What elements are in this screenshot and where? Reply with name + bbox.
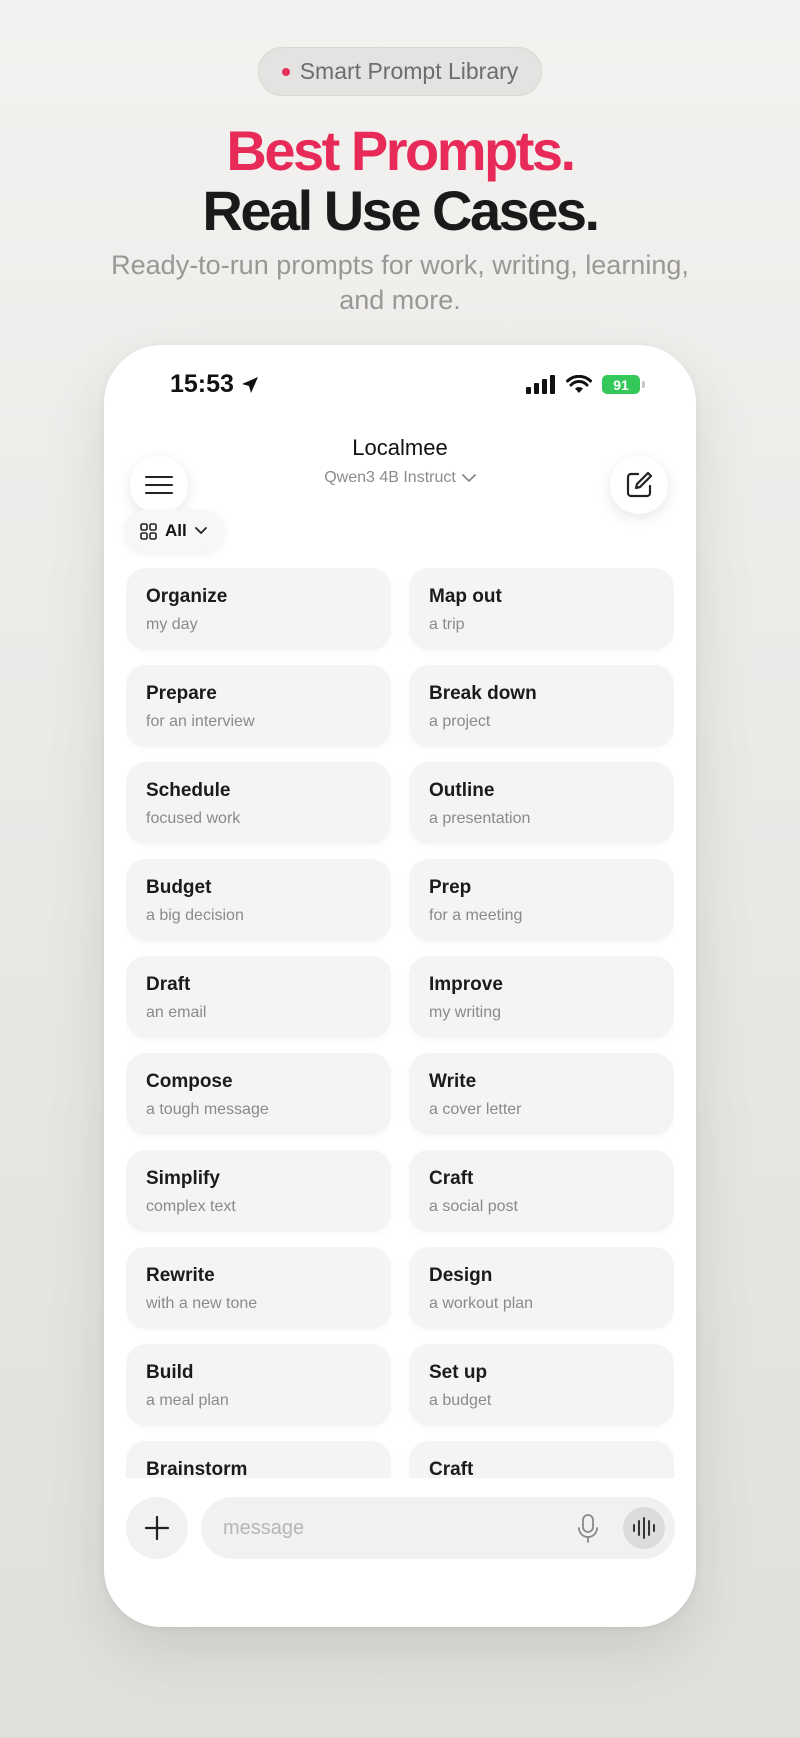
prompt-card[interactable]: Budget a big decision <box>126 859 391 941</box>
prompt-title: Build <box>146 1362 194 1383</box>
pill-dot <box>281 67 290 76</box>
prompt-card[interactable]: Prepare for an interview <box>126 665 391 747</box>
prompt-card[interactable]: Build a meal plan <box>126 1344 391 1426</box>
message-field <box>201 1497 675 1559</box>
prompt-card[interactable]: Craft <box>409 1441 674 1478</box>
model-label: Qwen3 4B Instruct <box>324 469 456 486</box>
prompt-subtitle: an email <box>146 1004 207 1021</box>
category-filter[interactable]: All <box>124 510 225 552</box>
prompt-card[interactable]: Outline a presentation <box>409 762 674 844</box>
plus-icon <box>144 1515 170 1541</box>
headline-primary: Best Prompts. <box>226 119 576 182</box>
prompt-card[interactable]: Craft a social post <box>409 1150 674 1232</box>
prompt-subtitle: a social post <box>429 1198 518 1215</box>
prompt-subtitle: a tough message <box>146 1101 269 1118</box>
message-composer <box>104 1478 696 1627</box>
chevron-down-icon <box>461 473 476 482</box>
prompt-title: Design <box>429 1265 493 1286</box>
prompt-title: Improve <box>429 974 503 995</box>
prompt-subtitle: with a new tone <box>146 1295 258 1312</box>
location-arrow-icon <box>241 376 258 393</box>
phone-screen: 15:53 91 Localmee Qwen3 4B Instruct All … <box>104 345 696 1627</box>
prompt-subtitle: my writing <box>429 1004 502 1021</box>
prompt-subtitle: complex text <box>146 1198 236 1215</box>
prompt-subtitle: a big decision <box>146 907 244 924</box>
promo-subline: Ready-to-run prompts for work, writing, … <box>111 250 689 315</box>
prompt-title: Organize <box>146 586 228 607</box>
prompt-card[interactable]: Improve my writing <box>409 956 674 1038</box>
status-time: 15:53 <box>170 370 260 399</box>
prompt-subtitle: a project <box>429 713 491 730</box>
prompt-card[interactable]: Brainstorm <box>126 1441 391 1478</box>
time-label: 15:53 <box>170 370 234 398</box>
prompt-title: Outline <box>429 780 495 801</box>
prompt-title: Compose <box>146 1071 233 1092</box>
prompt-title: Set up <box>429 1362 488 1383</box>
prompt-card[interactable]: Simplify complex text <box>126 1150 391 1232</box>
filter-label: All <box>165 521 187 540</box>
prompt-title: Break down <box>429 683 537 704</box>
prompt-title: Map out <box>429 586 502 607</box>
prompt-grid: Organize my day Map out a trip Prepare for … <box>126 568 674 1478</box>
attach-button[interactable] <box>126 1497 188 1559</box>
status-bar: 15:53 91 <box>104 345 696 425</box>
prompt-card[interactable]: Schedule focused work <box>126 762 391 844</box>
prompt-card[interactable]: Draft an email <box>126 956 391 1038</box>
prompt-card[interactable]: Map out a trip <box>409 568 674 650</box>
prompt-title: Prep <box>429 877 472 898</box>
prompt-card[interactable]: Write a cover letter <box>409 1053 674 1135</box>
chevron-down-icon <box>194 527 207 534</box>
prompt-subtitle: for an interview <box>146 713 255 730</box>
prompt-card[interactable]: Set up a budget <box>409 1344 674 1426</box>
prompt-subtitle: a presentation <box>429 810 531 827</box>
prompt-title: Brainstorm <box>146 1459 248 1478</box>
prompt-subtitle: my day <box>146 616 198 633</box>
microphone-icon[interactable] <box>577 1514 599 1544</box>
prompt-subtitle: for a meeting <box>429 907 523 924</box>
signal-icon <box>526 375 555 394</box>
library-pill: Smart Prompt Library <box>258 47 542 96</box>
compose-icon <box>626 471 653 498</box>
prompt-subtitle: a meal plan <box>146 1392 229 1409</box>
prompt-subtitle: a workout plan <box>429 1295 534 1312</box>
prompt-card[interactable]: Rewrite with a new tone <box>126 1247 391 1329</box>
battery-icon: 91 <box>602 375 645 394</box>
headline-secondary: Real Use Cases. <box>202 179 600 242</box>
battery-level: 91 <box>613 376 629 393</box>
prompt-subtitle: a trip <box>429 616 465 633</box>
prompt-title: Prepare <box>146 683 217 704</box>
prompt-card[interactable]: Compose a tough message <box>126 1053 391 1135</box>
pill-label: Smart Prompt Library <box>299 58 519 84</box>
prompt-card[interactable]: Break down a project <box>409 665 674 747</box>
app-title: Localmee <box>352 435 448 460</box>
hamburger-icon <box>145 476 173 494</box>
prompt-subtitle: a budget <box>429 1392 492 1409</box>
status-icons: 91 <box>526 375 645 394</box>
new-chat-button[interactable] <box>610 456 668 514</box>
voice-mode-button[interactable] <box>623 1507 665 1549</box>
voice-waveform-icon <box>633 1517 655 1539</box>
message-input[interactable] <box>223 1516 543 1540</box>
prompt-title: Rewrite <box>146 1265 215 1286</box>
prompt-card[interactable]: Prep for a meeting <box>409 859 674 941</box>
prompt-title: Budget <box>146 877 212 898</box>
prompt-subtitle: focused work <box>146 810 241 827</box>
menu-button[interactable] <box>130 456 188 514</box>
wifi-icon <box>566 375 592 393</box>
model-selector[interactable]: Qwen3 4B Instruct <box>254 469 546 487</box>
grid-icon <box>140 522 157 540</box>
prompt-title: Write <box>429 1071 477 1092</box>
prompt-title: Craft <box>429 1459 474 1478</box>
prompt-title: Craft <box>429 1168 474 1189</box>
prompt-subtitle: a cover letter <box>429 1101 522 1118</box>
prompt-title: Draft <box>146 974 191 995</box>
prompt-card[interactable]: Organize my day <box>126 568 391 650</box>
prompt-title: Schedule <box>146 780 231 801</box>
prompt-title: Simplify <box>146 1168 220 1189</box>
prompt-card[interactable]: Design a workout plan <box>409 1247 674 1329</box>
